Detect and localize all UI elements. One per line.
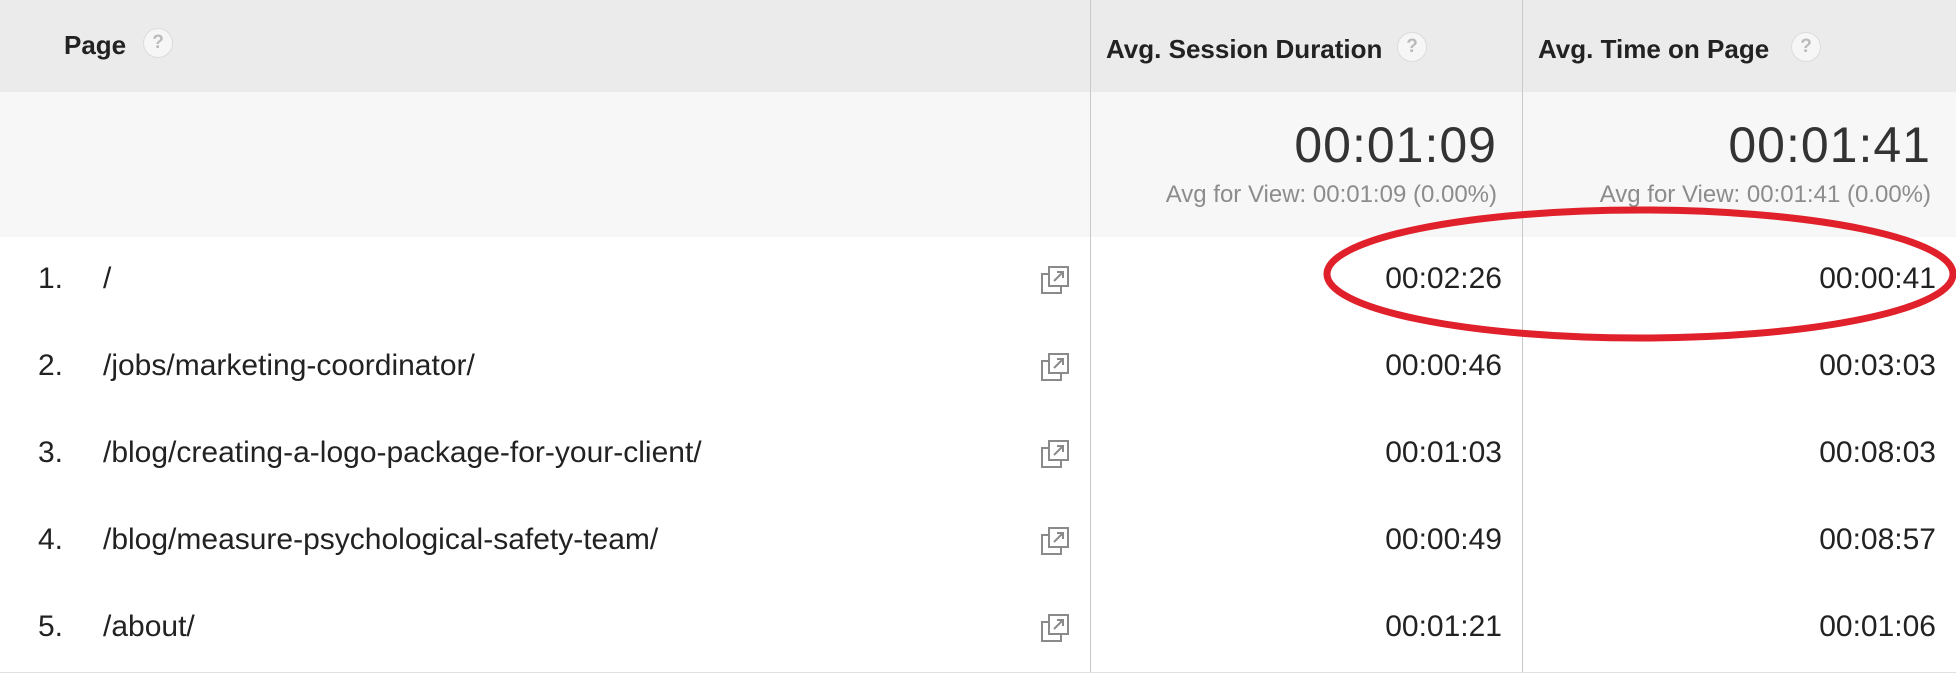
summary-time-on-page-sub: Avg for View: 00:01:41 (0.00%) [1599, 181, 1931, 208]
time-on-page-value: 00:00:41 [1819, 262, 1936, 295]
open-in-new-window-icon[interactable] [1040, 613, 1070, 643]
summary-session-value: 00:01:09 [1294, 117, 1497, 173]
session-cell: 00:01:03 [1091, 411, 1523, 498]
header-time-on-page-cell[interactable]: Avg. Time on Page ? [1523, 0, 1956, 92]
row-index: 4. [38, 523, 64, 556]
session-cell: 00:01:21 [1091, 585, 1523, 672]
question-mark-icon[interactable]: ? [143, 28, 173, 58]
time-on-page-value: 00:01:06 [1819, 610, 1936, 643]
time-on-page-cell: 00:08:03 [1523, 411, 1956, 498]
time-on-page-cell: 00:03:03 [1523, 324, 1956, 411]
question-mark-icon[interactable]: ? [1791, 32, 1821, 62]
time-on-page-value: 00:03:03 [1819, 349, 1936, 382]
summary-empty-cell [0, 92, 1091, 237]
table-row: 1. / 00:02:26 00:00:41 [0, 237, 1956, 325]
session-duration-value: 00:01:03 [1385, 436, 1502, 469]
page-path-link[interactable]: /blog/creating-a-logo-package-for-your-c… [103, 436, 702, 470]
time-on-page-value: 00:08:03 [1819, 436, 1936, 469]
row-index: 5. [38, 610, 64, 643]
session-cell: 00:00:46 [1091, 324, 1523, 411]
session-duration-value: 00:02:26 [1385, 262, 1502, 295]
open-in-new-window-icon[interactable] [1040, 439, 1070, 469]
table-row: 2. /jobs/marketing-coordinator/ 00:00:46… [0, 324, 1956, 412]
page-cell: 2. /jobs/marketing-coordinator/ [0, 324, 1091, 411]
row-index: 2. [38, 349, 64, 382]
session-cell: 00:00:49 [1091, 498, 1523, 585]
open-in-new-window-icon[interactable] [1040, 265, 1070, 295]
table-header: Page ? Avg. Session Duration ? Avg. Time… [0, 0, 1956, 93]
page-path-link[interactable]: /about/ [103, 610, 195, 644]
row-index: 3. [38, 436, 64, 469]
header-session-cell[interactable]: Avg. Session Duration ? [1091, 0, 1523, 92]
open-in-new-window-icon[interactable] [1040, 526, 1070, 556]
summary-session-sub: Avg for View: 00:01:09 (0.00%) [1165, 181, 1497, 208]
analytics-table: Page ? Avg. Session Duration ? Avg. Time… [0, 0, 1956, 673]
time-on-page-cell: 00:00:41 [1523, 237, 1956, 324]
page-cell: 5. /about/ [0, 585, 1091, 672]
session-duration-value: 00:01:21 [1385, 610, 1502, 643]
open-in-new-window-icon[interactable] [1040, 352, 1070, 382]
question-mark-icon[interactable]: ? [1397, 32, 1427, 62]
page-cell: 1. / [0, 237, 1091, 324]
session-duration-value: 00:00:46 [1385, 349, 1502, 382]
table-row: 4. /blog/measure-psychological-safety-te… [0, 498, 1956, 586]
header-time-on-page-label: Avg. Time on Page [1538, 34, 1770, 64]
table-row: 5. /about/ 00:01:21 00:01:06 [0, 585, 1956, 673]
page-path-link[interactable]: /jobs/marketing-coordinator/ [103, 349, 475, 383]
table-row: 3. /blog/creating-a-logo-package-for-you… [0, 411, 1956, 499]
time-on-page-value: 00:08:57 [1819, 523, 1936, 556]
header-session-label: Avg. Session Duration [1106, 34, 1383, 64]
time-on-page-cell: 00:01:06 [1523, 585, 1956, 672]
summary-row: 00:01:09 Avg for View: 00:01:09 (0.00%) … [0, 92, 1956, 238]
session-cell: 00:02:26 [1091, 237, 1523, 324]
page-cell: 3. /blog/creating-a-logo-package-for-you… [0, 411, 1091, 498]
header-page-cell[interactable]: Page ? [0, 0, 1091, 92]
row-index: 1. [38, 262, 64, 295]
summary-session-cell: 00:01:09 Avg for View: 00:01:09 (0.00%) [1091, 92, 1523, 237]
page-path-link[interactable]: /blog/measure-psychological-safety-team/ [103, 523, 658, 557]
header-page-label: Page [64, 30, 127, 60]
time-on-page-cell: 00:08:57 [1523, 498, 1956, 585]
session-duration-value: 00:00:49 [1385, 523, 1502, 556]
summary-time-on-page-value: 00:01:41 [1728, 117, 1931, 173]
page-path-link[interactable]: / [103, 262, 111, 296]
page-cell: 4. /blog/measure-psychological-safety-te… [0, 498, 1091, 585]
summary-time-on-page-cell: 00:01:41 Avg for View: 00:01:41 (0.00%) [1523, 92, 1956, 237]
